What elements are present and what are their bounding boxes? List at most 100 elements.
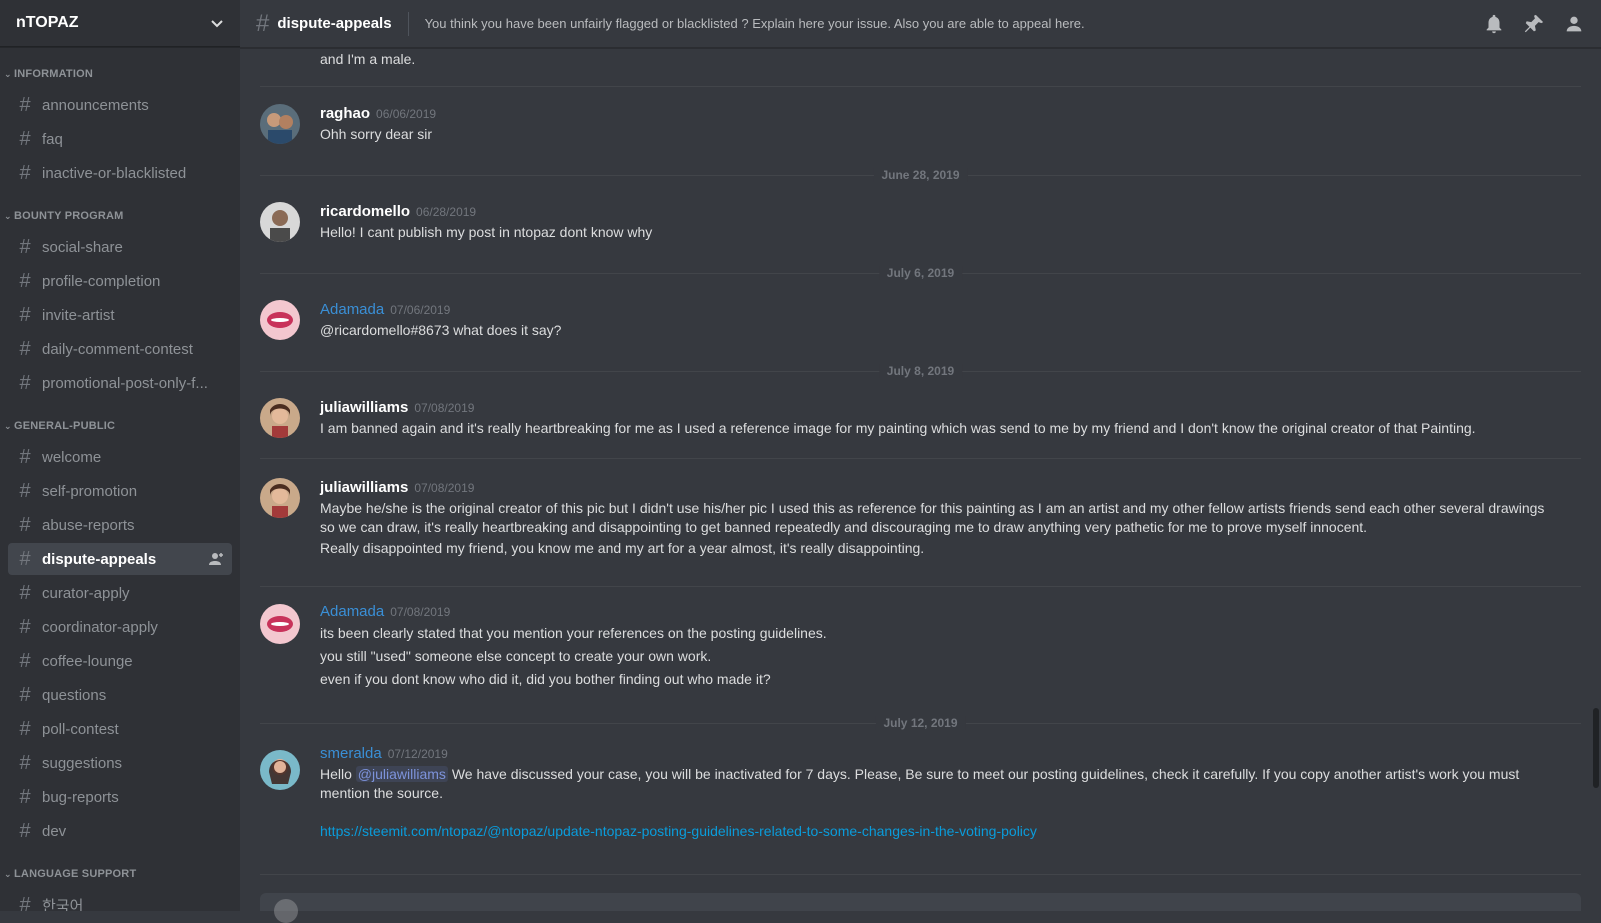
- hash-icon: #: [19, 372, 31, 394]
- channel-item[interactable]: # coffee-lounge: [8, 645, 232, 677]
- hash-icon: #: [19, 616, 31, 638]
- channel-label: announcements: [42, 96, 149, 114]
- channel-label: dispute-appeals: [42, 550, 157, 568]
- avatar[interactable]: [260, 604, 300, 644]
- channel-item[interactable]: # daily-comment-contest: [8, 333, 232, 365]
- scrollbar[interactable]: [1593, 48, 1599, 828]
- channel-item[interactable]: # profile-completion: [8, 265, 232, 297]
- bell-icon[interactable]: [1483, 13, 1505, 35]
- channel-item[interactable]: # suggestions: [8, 747, 232, 779]
- message-text: Hello @juliawilliams We have discussed y…: [320, 765, 1561, 803]
- members-icon[interactable]: [1563, 13, 1585, 35]
- channel-label: invite-artist: [42, 306, 115, 324]
- message-text: Really disappointed my friend, you know …: [320, 540, 925, 556]
- invite-member-icon[interactable]: [208, 551, 224, 567]
- message-author[interactable]: ricardomello: [320, 203, 410, 220]
- channel-item[interactable]: # faq: [8, 123, 232, 155]
- message-author[interactable]: juliawilliams: [320, 479, 408, 496]
- avatar[interactable]: [260, 478, 300, 518]
- avatar[interactable]: [260, 398, 300, 438]
- channel-item[interactable]: # 한국어: [8, 889, 232, 911]
- hash-icon: #: [19, 650, 31, 672]
- category-general-public[interactable]: ⌄ GENERAL-PUBLIC: [0, 419, 240, 433]
- channel-item[interactable]: # poll-contest: [8, 713, 232, 745]
- channel-item[interactable]: # questions: [8, 679, 232, 711]
- message-timestamp: 07/08/2019: [414, 481, 475, 495]
- message-text: its been clearly stated that you mention…: [320, 625, 827, 641]
- message: smeralda 07/12/2019 Hello @juliawilliams W…: [320, 745, 1561, 841]
- channel-item[interactable]: # dev: [8, 815, 232, 847]
- pin-icon[interactable]: [1523, 13, 1545, 35]
- message-text: @ricardomello#8673 what does it say?: [320, 322, 562, 338]
- message-text-prefix: Hello: [320, 766, 352, 782]
- upload-plus-icon[interactable]: [274, 899, 298, 923]
- hash-icon: #: [19, 718, 31, 740]
- hash-icon: #: [19, 786, 31, 808]
- header-divider: [407, 11, 409, 36]
- message-author[interactable]: juliawilliams: [320, 399, 408, 416]
- message-divider: [260, 586, 1581, 587]
- channel-label: poll-contest: [42, 720, 119, 738]
- date-divider-label: July 12, 2019: [875, 716, 966, 730]
- channel-item[interactable]: # invite-artist: [8, 299, 232, 331]
- message-continuation: and I'm a male.: [320, 51, 416, 67]
- avatar[interactable]: [260, 750, 300, 790]
- channel-item[interactable]: # coordinator-apply: [8, 611, 232, 643]
- category-label: GENERAL-PUBLIC: [14, 420, 116, 432]
- channel-label: suggestions: [42, 754, 123, 772]
- channel-item[interactable]: # curator-apply: [8, 577, 232, 609]
- category-information[interactable]: ⌄ INFORMATION: [0, 67, 240, 81]
- user-mention[interactable]: @juliawilliams: [355, 766, 448, 782]
- message-header: juliawilliams 07/08/2019: [320, 479, 1561, 497]
- category-language-support[interactable]: ⌄ LANGUAGE SUPPORT: [0, 867, 240, 881]
- message-composer[interactable]: [260, 893, 1581, 923]
- scrollbar-thumb[interactable]: [1593, 708, 1599, 788]
- channel-item[interactable]: # welcome: [8, 441, 232, 473]
- hash-icon: #: [19, 820, 31, 842]
- category-label: LANGUAGE SUPPORT: [14, 868, 137, 880]
- message-author[interactable]: smeralda: [320, 745, 382, 762]
- channel-title: dispute-appeals: [277, 15, 392, 32]
- server-header[interactable]: nTOPAZ: [0, 0, 240, 47]
- channel-label: 한국어: [42, 897, 84, 912]
- date-divider: July 12, 2019: [260, 716, 1581, 730]
- hash-icon: #: [19, 162, 31, 184]
- message: raghao 06/06/2019 Ohh sorry dear sir: [320, 105, 1561, 144]
- message-link[interactable]: https://steemit.com/ntopaz/@ntopaz/updat…: [320, 822, 1561, 841]
- channel-item[interactable]: # announcements: [8, 89, 232, 121]
- channel-item[interactable]: # dispute-appeals: [8, 543, 232, 575]
- hash-icon: #: [19, 582, 31, 604]
- avatar[interactable]: [260, 104, 300, 144]
- avatar[interactable]: [260, 300, 300, 340]
- hash-icon: #: [19, 684, 31, 706]
- hash-icon: #: [19, 514, 31, 536]
- hash-icon: #: [19, 94, 31, 116]
- category-bounty-program[interactable]: ⌄ BOUNTY PROGRAM: [0, 209, 240, 223]
- channel-item[interactable]: # abuse-reports: [8, 509, 232, 541]
- message-text: Maybe he/she is the original creator of …: [320, 500, 1545, 535]
- message-author[interactable]: Adamada: [320, 603, 384, 620]
- hash-icon: #: [19, 236, 31, 258]
- message-timestamp: 07/06/2019: [390, 303, 451, 317]
- channel-item[interactable]: # promotional-post-only-f...: [8, 367, 232, 399]
- date-divider-label: July 6, 2019: [878, 266, 963, 280]
- channel-item[interactable]: # inactive-or-blacklisted: [8, 157, 232, 189]
- hash-icon: #: [19, 752, 31, 774]
- channel-label: inactive-or-blacklisted: [42, 164, 187, 182]
- server-name: nTOPAZ: [16, 14, 79, 31]
- message-list[interactable]: and I'm a male. raghao 06/06/2019 Ohh sorr…: [260, 48, 1581, 883]
- channel-label: questions: [42, 686, 107, 704]
- message-author[interactable]: raghao: [320, 105, 370, 122]
- category-chevron-icon: ⌄: [4, 420, 12, 431]
- message: Adamada 07/08/2019 its been clearly stated…: [320, 603, 1561, 689]
- channel-item[interactable]: # social-share: [8, 231, 232, 263]
- chevron-down-icon[interactable]: [210, 16, 224, 30]
- avatar[interactable]: [260, 202, 300, 242]
- message-text: Ohh sorry dear sir: [320, 126, 433, 142]
- channel-item[interactable]: # self-promotion: [8, 475, 232, 507]
- message-header: raghao 06/06/2019: [320, 105, 1561, 123]
- message-author[interactable]: Adamada: [320, 301, 384, 318]
- message-text: I am banned again and it's really heartb…: [320, 420, 1476, 436]
- channel-item[interactable]: # bug-reports: [8, 781, 232, 813]
- channel-list: ⌄ INFORMATION # announcements # faq # inactive-…: [0, 47, 240, 911]
